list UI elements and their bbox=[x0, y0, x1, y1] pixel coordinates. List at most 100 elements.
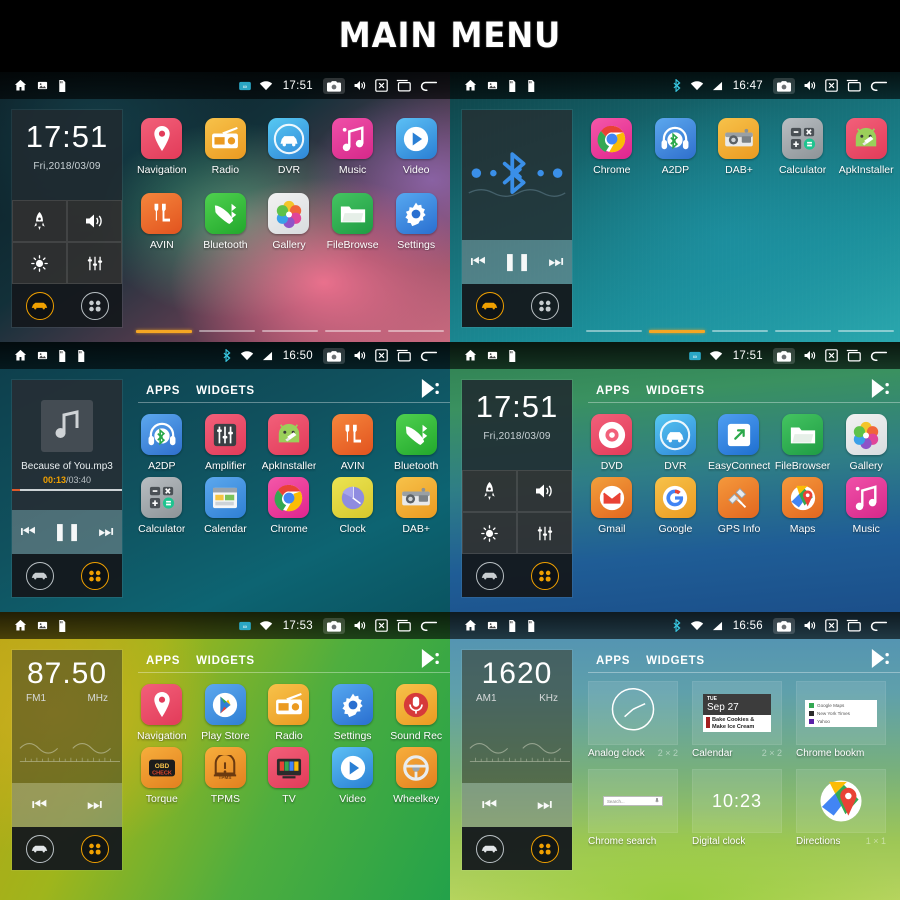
apps-icon[interactable] bbox=[530, 561, 559, 590]
close-icon[interactable] bbox=[375, 79, 388, 92]
widget-digital-clock[interactable]: 10:23 Digital clock bbox=[692, 769, 782, 847]
app-dab[interactable]: DAB+ bbox=[384, 472, 448, 535]
app-dvr[interactable]: DVR bbox=[644, 409, 708, 472]
back-icon[interactable] bbox=[419, 619, 438, 632]
rocket-icon[interactable] bbox=[462, 470, 517, 512]
car-icon[interactable] bbox=[25, 834, 54, 863]
app-calendar[interactable]: Calendar bbox=[194, 472, 258, 535]
recents-icon[interactable] bbox=[846, 619, 861, 632]
home-icon[interactable] bbox=[463, 78, 478, 93]
clock-widget[interactable]: 17:51 Fri,2018/03/09 bbox=[11, 109, 123, 328]
close-icon[interactable] bbox=[825, 349, 838, 362]
page-dot[interactable] bbox=[775, 330, 831, 332]
app-google[interactable]: Google bbox=[644, 472, 708, 535]
play-store-icon[interactable] bbox=[869, 648, 890, 669]
home-icon[interactable] bbox=[463, 348, 478, 363]
home-icon[interactable] bbox=[13, 618, 28, 633]
brightness-icon[interactable] bbox=[12, 242, 67, 284]
close-icon[interactable] bbox=[375, 349, 388, 362]
brightness-icon[interactable] bbox=[462, 512, 517, 554]
radio-widget[interactable]: 87.50 FM1 MHz ⏮ ⏭ bbox=[11, 649, 123, 871]
pause-button[interactable]: ❚❚ bbox=[503, 252, 532, 272]
app-tv[interactable]: TV bbox=[257, 742, 321, 805]
previous-button[interactable]: ⏮ bbox=[20, 522, 35, 542]
page-dot[interactable] bbox=[199, 330, 255, 332]
back-icon[interactable] bbox=[869, 349, 888, 362]
home-icon[interactable] bbox=[13, 348, 28, 363]
volume-icon[interactable] bbox=[803, 349, 817, 362]
app-settings[interactable]: Settings bbox=[321, 679, 385, 742]
car-icon[interactable] bbox=[25, 291, 54, 320]
app-gmail[interactable]: Gmail bbox=[580, 472, 644, 535]
next-button[interactable]: ⏭ bbox=[537, 795, 552, 815]
widget-chrome-search[interactable]: Search... Chrome search bbox=[588, 769, 678, 847]
equalizer-icon[interactable] bbox=[517, 512, 572, 554]
app-a2dp[interactable]: A2DP bbox=[644, 113, 708, 188]
volume-icon[interactable] bbox=[353, 349, 367, 362]
app-navigation[interactable]: Navigation bbox=[130, 113, 194, 188]
app-filebrowser[interactable]: FileBrowser bbox=[771, 409, 835, 472]
next-button[interactable]: ⏭ bbox=[548, 252, 563, 272]
app-filebrowse[interactable]: FileBrowse bbox=[321, 188, 385, 263]
volume-icon[interactable] bbox=[803, 79, 817, 92]
app-bluetooth[interactable]: Bluetooth bbox=[194, 188, 258, 263]
app-gallery[interactable]: Gallery bbox=[257, 188, 321, 263]
camera-icon[interactable] bbox=[323, 347, 345, 364]
page-indicator[interactable] bbox=[586, 330, 894, 333]
app-a2dp[interactable]: A2DP bbox=[130, 409, 194, 472]
tab-widgets[interactable]: WIDGETS bbox=[188, 385, 263, 403]
page-dot[interactable] bbox=[325, 330, 381, 332]
back-icon[interactable] bbox=[419, 79, 438, 92]
volume-icon[interactable] bbox=[67, 200, 122, 242]
recents-icon[interactable] bbox=[396, 79, 411, 92]
app-navigation[interactable]: Navigation bbox=[130, 679, 194, 742]
apps-icon[interactable] bbox=[80, 834, 109, 863]
recents-icon[interactable] bbox=[846, 349, 861, 362]
page-dot[interactable] bbox=[136, 330, 192, 333]
previous-button[interactable]: ⏮ bbox=[32, 795, 47, 815]
progress-bar[interactable] bbox=[12, 488, 122, 491]
app-maps[interactable]: Maps bbox=[771, 472, 835, 535]
app-tpms[interactable]: TPMS TPMS bbox=[194, 742, 258, 805]
app-calculator[interactable]: Calculator bbox=[771, 113, 835, 188]
tab-apps[interactable]: APPS bbox=[588, 385, 638, 403]
app-playstore[interactable]: Play Store bbox=[194, 679, 258, 742]
widget-calendar[interactable]: TUE Sep 27 Bake Cookies & Make Ice Cream… bbox=[692, 681, 782, 759]
page-dot[interactable] bbox=[712, 330, 768, 332]
car-icon[interactable] bbox=[475, 291, 504, 320]
camera-icon[interactable] bbox=[323, 77, 345, 94]
app-gallery[interactable]: Gallery bbox=[834, 409, 898, 472]
car-icon[interactable] bbox=[475, 561, 504, 590]
next-button[interactable]: ⏭ bbox=[98, 522, 113, 542]
camera-icon[interactable] bbox=[773, 347, 795, 364]
widget-analog-clock[interactable]: Analog clock 2 × 2 bbox=[588, 681, 678, 759]
app-radio[interactable]: Radio bbox=[257, 679, 321, 742]
play-store-icon[interactable] bbox=[419, 378, 440, 399]
tab-apps[interactable]: APPS bbox=[138, 655, 188, 673]
apps-icon[interactable] bbox=[80, 291, 109, 320]
home-icon[interactable] bbox=[463, 618, 478, 633]
play-store-icon[interactable] bbox=[419, 648, 440, 669]
app-avin[interactable]: AVIN bbox=[130, 188, 194, 263]
close-icon[interactable] bbox=[375, 619, 388, 632]
app-chrome[interactable]: Chrome bbox=[580, 113, 644, 188]
car-icon[interactable] bbox=[25, 561, 54, 590]
camera-icon[interactable] bbox=[773, 77, 795, 94]
app-chrome[interactable]: Chrome bbox=[257, 472, 321, 535]
close-icon[interactable] bbox=[825, 79, 838, 92]
car-icon[interactable] bbox=[475, 834, 504, 863]
camera-icon[interactable] bbox=[773, 617, 795, 634]
app-amplifier[interactable]: Amplifier bbox=[194, 409, 258, 472]
app-wheelkey[interactable]: Wheelkey bbox=[384, 742, 448, 805]
app-clock[interactable]: Clock bbox=[321, 472, 385, 535]
next-button[interactable]: ⏭ bbox=[87, 795, 102, 815]
rocket-icon[interactable] bbox=[12, 200, 67, 242]
tab-apps[interactable]: APPS bbox=[138, 385, 188, 403]
page-dot[interactable] bbox=[388, 330, 444, 332]
music-widget[interactable]: Because of You.mp3 00:13/03:40 ⏮ ❚❚ ⏭ bbox=[11, 379, 123, 598]
widget-directions[interactable]: Directions 1 × 1 bbox=[796, 769, 886, 847]
app-apkinstaller[interactable]: ApkInstaller bbox=[834, 113, 898, 188]
camera-icon[interactable] bbox=[323, 617, 345, 634]
app-video[interactable]: Video bbox=[384, 113, 448, 188]
back-icon[interactable] bbox=[419, 349, 438, 362]
